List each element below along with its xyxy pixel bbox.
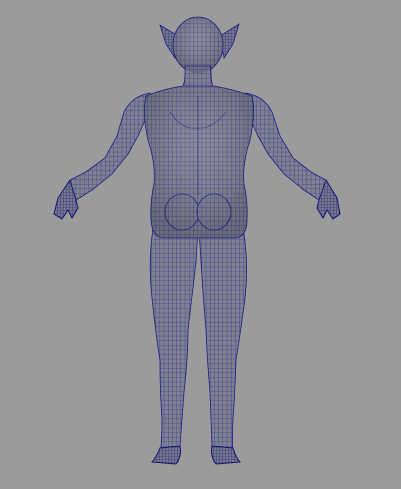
3d-viewport[interactable] <box>0 0 401 489</box>
body-mesh <box>53 16 341 465</box>
wireframe-model-render[interactable] <box>0 0 401 489</box>
left-foot <box>150 445 181 465</box>
left-leg <box>149 227 199 463</box>
right-foot <box>211 445 242 465</box>
right-leg <box>198 227 247 463</box>
shading-overlay <box>144 17 254 238</box>
